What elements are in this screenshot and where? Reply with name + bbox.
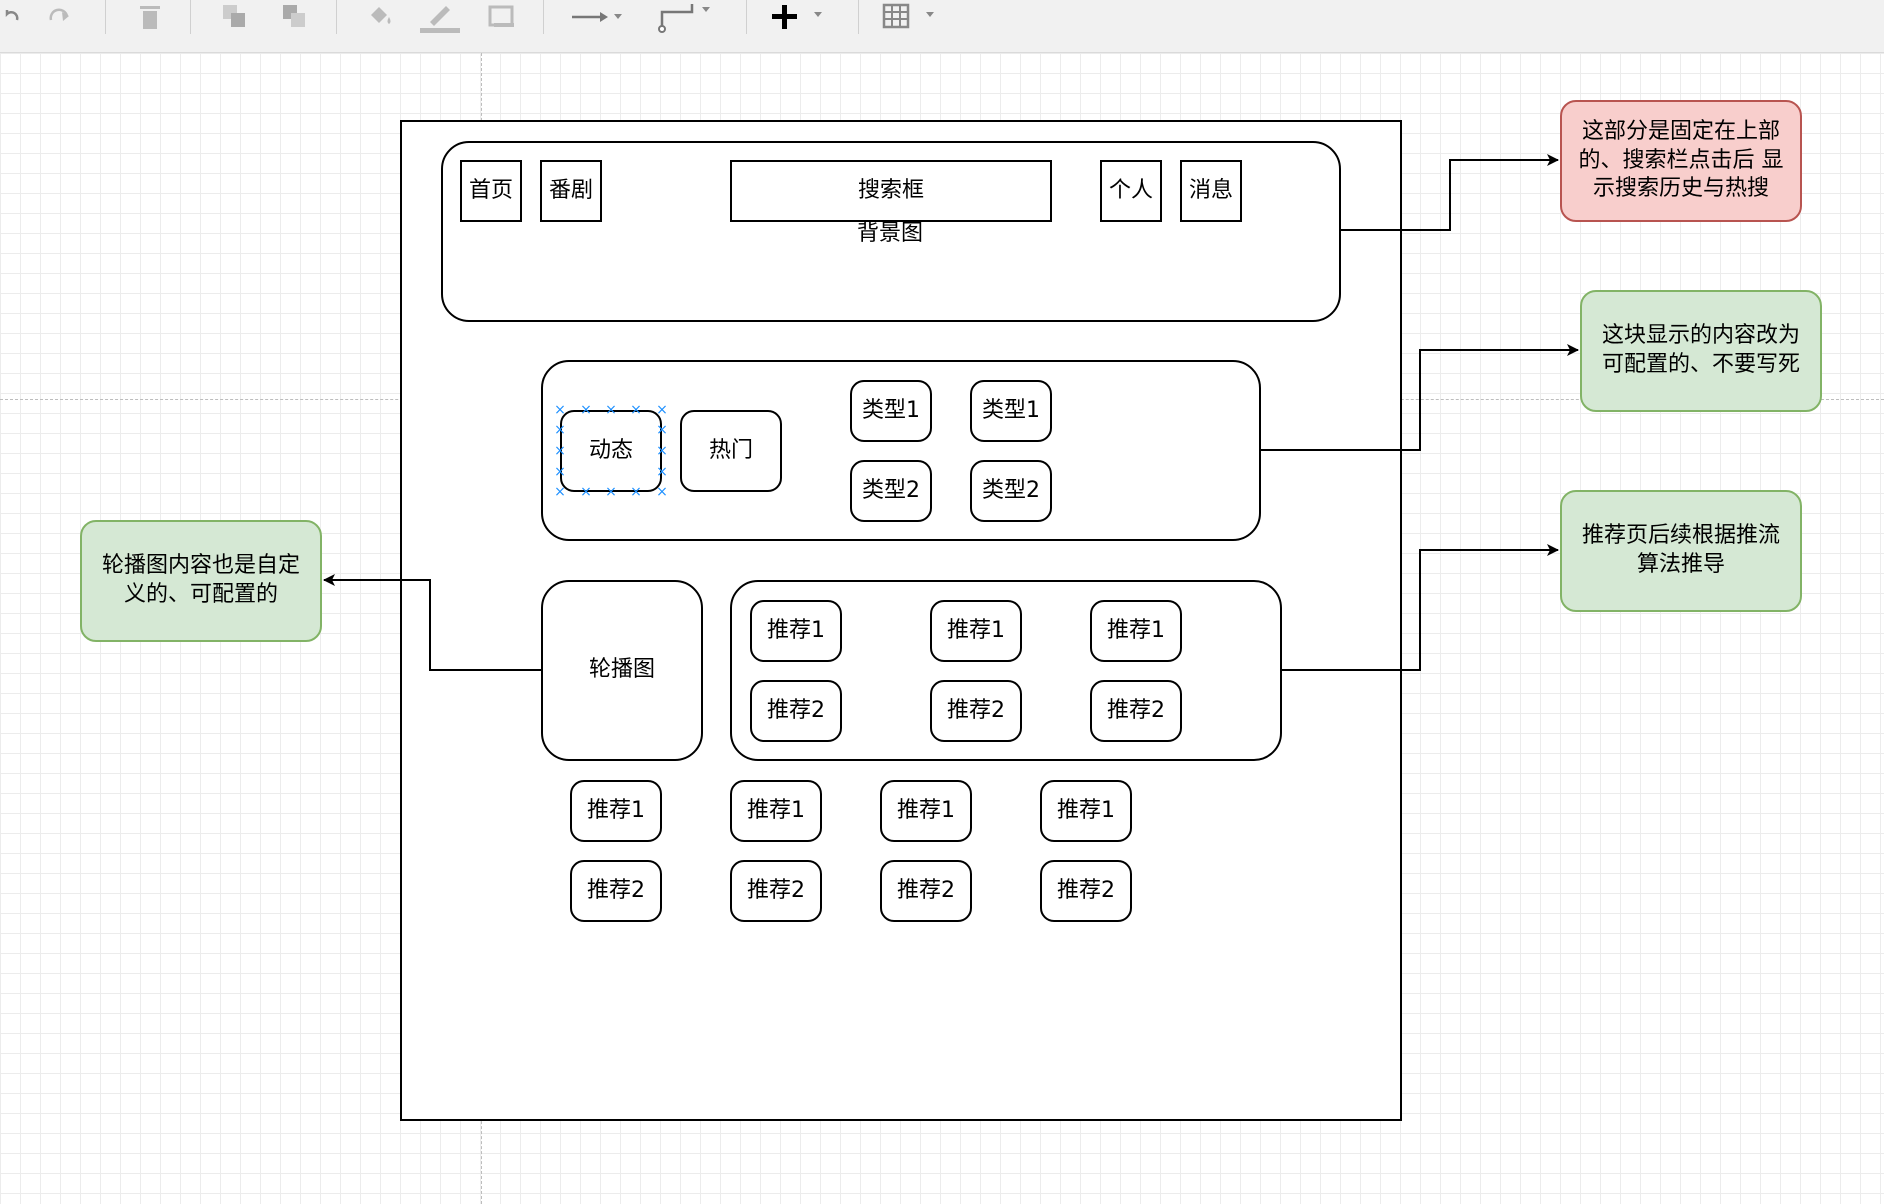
- connector-layer: [323, 154, 1579, 671]
- category-note-connector[interactable]: [1261, 344, 1579, 451]
- recommend-note-connector[interactable]: [1282, 544, 1559, 671]
- header-note-connector[interactable]: [1341, 154, 1559, 231]
- carousel-note-connector[interactable]: [323, 574, 541, 671]
